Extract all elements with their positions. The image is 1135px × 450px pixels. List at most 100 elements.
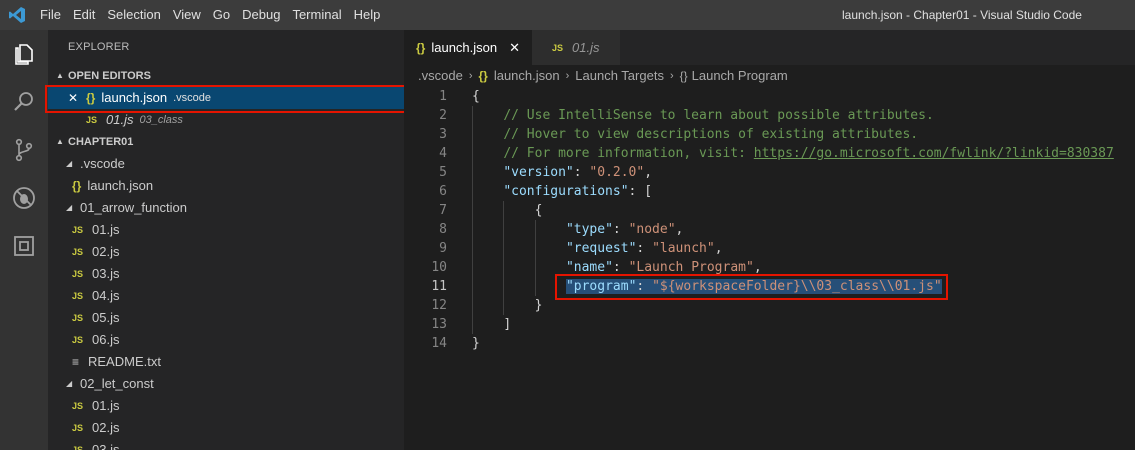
line-number: 7: [439, 203, 447, 218]
vscode-logo-icon: [0, 0, 34, 30]
file-item[interactable]: ≡ README.txt: [48, 351, 404, 373]
file-name: 02.js: [92, 420, 120, 435]
js-file-icon: JS: [72, 225, 84, 235]
file-name: launch.json: [87, 178, 154, 193]
code-token: :: [573, 165, 590, 180]
file-item[interactable]: JS 04.js: [48, 285, 404, 307]
breadcrumb-item[interactable]: Launch Targets: [575, 65, 664, 87]
file-item[interactable]: JS 06.js: [48, 329, 404, 351]
code-text: }: [472, 334, 480, 353]
file-name: 02.js: [92, 244, 120, 259]
line-number: 10: [431, 260, 447, 275]
code-text: {: [472, 87, 480, 106]
indent-guide: [472, 258, 473, 277]
code-view[interactable]: 1{2// Use IntelliSense to learn about po…: [404, 87, 1135, 353]
js-file-icon: JS: [72, 269, 84, 279]
js-file-icon: JS: [72, 423, 84, 433]
line-number: 4: [439, 146, 447, 161]
file-item[interactable]: JS 03.js: [48, 263, 404, 285]
menu-item-debug[interactable]: Debug: [236, 0, 286, 30]
indent-guide: [472, 125, 473, 144]
folder-item[interactable]: ◢ 02_let_const: [48, 373, 404, 395]
chevron-down-icon: ▲: [56, 71, 64, 80]
js-file-icon: JS: [552, 42, 564, 53]
file-name: .vscode: [80, 156, 125, 171]
file-name: 01.js: [92, 398, 120, 413]
file-item[interactable]: JS 01.js: [48, 395, 404, 417]
chevron-right-icon: ›: [565, 70, 570, 82]
code-text: "type": "node",: [566, 220, 683, 239]
file-name: 02_let_const: [80, 376, 154, 391]
file-item[interactable]: JS 02.js: [48, 241, 404, 263]
file-tree: ◢ .vscode {} launch.json ◢ 01_arrow_function J…: [48, 153, 404, 450]
indent-guide: [534, 239, 536, 258]
code-link[interactable]: https://go.microsoft.com/fwlink/?linkid=…: [754, 146, 1114, 161]
folder-item[interactable]: ◢ .vscode: [48, 153, 404, 175]
debug-icon[interactable]: [0, 174, 48, 222]
code-token: "request": [565, 241, 637, 256]
file-item[interactable]: JS 02.js: [48, 417, 404, 439]
chevron-down-icon: ◢: [66, 203, 73, 212]
menu-item-terminal[interactable]: Terminal: [286, 0, 347, 30]
menu-item-view[interactable]: View: [167, 0, 207, 30]
code-token: "version": [503, 165, 574, 180]
menu-item-help[interactable]: Help: [348, 0, 387, 30]
code-line: 1{: [404, 87, 1135, 106]
indent-guide: [503, 220, 505, 239]
code-token: ]: [503, 317, 512, 332]
tab-01-js[interactable]: JS 01.js: [532, 30, 620, 65]
breadcrumb-item[interactable]: launch.json: [494, 65, 560, 87]
open-editors-header[interactable]: ▲ OPEN EDITORS: [48, 65, 404, 87]
file-item[interactable]: JS 01.js: [48, 219, 404, 241]
search-icon[interactable]: [0, 78, 48, 126]
file-name: 01_arrow_function: [80, 200, 187, 215]
code-line: 13]: [404, 315, 1135, 334]
code-token: }: [534, 298, 543, 313]
file-name: 04.js: [92, 288, 120, 303]
chevron-right-icon: ›: [669, 70, 674, 82]
breadcrumb-item[interactable]: Launch Program: [692, 65, 788, 87]
files-icon[interactable]: [0, 30, 48, 78]
editor-tabs: {} launch.json ✕ JS 01.js: [404, 30, 1135, 65]
file-item[interactable]: JS 05.js: [48, 307, 404, 329]
close-icon[interactable]: ✕: [509, 40, 520, 56]
file-item[interactable]: JS 03.js: [48, 439, 404, 450]
code-token: "0.2.0": [589, 165, 645, 180]
code-token: ,: [714, 241, 723, 256]
title-bar: File Edit Selection View Go Debug Terminal Help…: [0, 0, 1135, 30]
indent-guide: [503, 239, 505, 258]
line-number: 13: [431, 317, 447, 332]
folder-item[interactable]: ◢ 01_arrow_function: [48, 197, 404, 219]
menu-item-file[interactable]: File: [34, 0, 67, 30]
menu-item-go[interactable]: Go: [207, 0, 236, 30]
file-name: 06.js: [92, 332, 120, 347]
indent-guide: [472, 144, 473, 163]
tab-label: 01.js: [572, 40, 600, 55]
code-token: {: [534, 203, 543, 218]
js-file-icon: JS: [72, 291, 84, 301]
indent-guide: [472, 296, 473, 315]
indent-guide: [472, 277, 473, 296]
code-token: "configurations": [503, 184, 629, 199]
file-item[interactable]: {} launch.json: [48, 175, 404, 197]
breadcrumb-item[interactable]: .vscode: [418, 65, 463, 87]
code-token: // Use IntelliSense to learn about possi…: [503, 108, 934, 123]
indent-guide: [472, 315, 473, 334]
workspace-header[interactable]: ▲ CHAPTER01: [48, 131, 404, 153]
object-icon: {}: [679, 69, 688, 83]
menu-item-selection[interactable]: Selection: [101, 0, 166, 30]
text-file-icon: ≡: [72, 355, 80, 369]
editor-area: {} launch.json ✕ JS 01.js .vscode › {} launch.j…: [404, 30, 1135, 450]
code-text: // Use IntelliSense to learn about possi…: [503, 106, 933, 125]
extensions-icon[interactable]: [0, 222, 48, 270]
tab-launch-json[interactable]: {} launch.json ✕: [404, 30, 533, 65]
code-token: :: [612, 222, 629, 237]
code-text: {: [535, 201, 543, 220]
code-token: "Launch Program": [628, 260, 754, 275]
indent-guide: [472, 220, 473, 239]
breadcrumb: .vscode › {} launch.json › Launch Targets › {} L…: [404, 65, 1135, 87]
line-number: 14: [431, 336, 447, 351]
source-control-icon[interactable]: [0, 126, 48, 174]
indent-guide: [503, 258, 505, 277]
menu-item-edit[interactable]: Edit: [67, 0, 101, 30]
